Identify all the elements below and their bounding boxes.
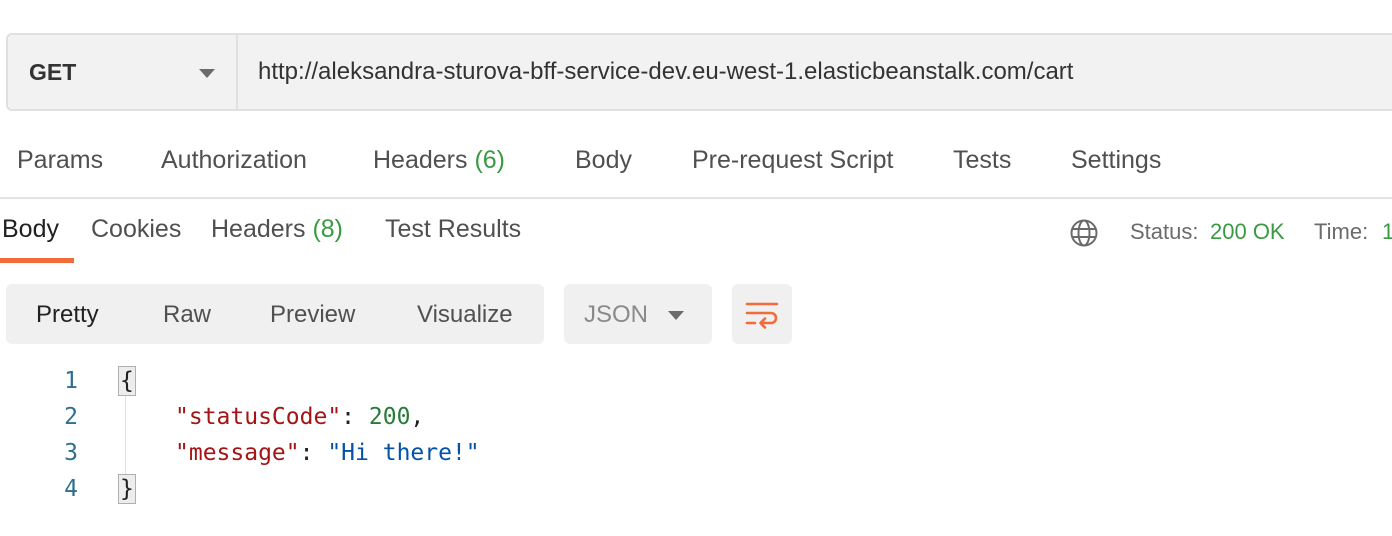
tab-label: Authorization: [161, 146, 307, 174]
tab-label: Body: [575, 146, 632, 174]
status-label: Status:: [1130, 219, 1199, 244]
url-input[interactable]: http://aleksandra-sturova-bff-service-de…: [238, 35, 1392, 109]
line-number: 3: [64, 440, 78, 466]
json-key: "message": [175, 440, 300, 466]
tab-label: Pre-request Script: [692, 146, 894, 174]
method-select[interactable]: GET: [8, 35, 238, 109]
postman-request-view: GET http://aleksandra-sturova-bff-servic…: [0, 0, 1392, 536]
response-tab-body[interactable]: Body: [2, 215, 59, 244]
response-tab-headers[interactable]: Headers (8): [211, 215, 343, 244]
json-colon: :: [341, 404, 369, 430]
tab-tests[interactable]: Tests: [953, 146, 1011, 175]
tab-headers[interactable]: Headers (6): [373, 146, 505, 175]
method-label: GET: [29, 58, 77, 85]
line-number: 4: [64, 476, 78, 502]
open-brace: {: [118, 366, 136, 396]
tab-label: Headers: [211, 215, 306, 243]
response-tab-test-results[interactable]: Test Results: [385, 215, 521, 244]
tab-label: Params: [17, 146, 104, 174]
view-pretty-button[interactable]: Pretty: [36, 284, 99, 344]
globe-icon[interactable]: [1069, 218, 1099, 248]
code-line: 3 "message": "Hi there!": [0, 435, 1392, 471]
tab-params[interactable]: Params: [17, 146, 103, 175]
view-mode-group: Pretty Raw Preview Visualize: [6, 284, 544, 344]
view-preview-button[interactable]: Preview: [270, 284, 355, 344]
request-url-bar: GET http://aleksandra-sturova-bff-servic…: [6, 33, 1392, 111]
close-brace: }: [118, 474, 136, 504]
line-content: }: [118, 471, 136, 507]
wrap-lines-button[interactable]: [732, 284, 792, 344]
active-tab-indicator: [0, 258, 74, 263]
json-comma: ,: [410, 404, 425, 430]
line-number: 1: [64, 368, 78, 394]
view-visualize-button[interactable]: Visualize: [417, 284, 513, 344]
code-line: 2 "statusCode": 200,: [0, 399, 1392, 435]
chevron-down-icon: [199, 69, 215, 78]
tab-authorization[interactable]: Authorization: [161, 146, 307, 175]
format-select[interactable]: JSON: [564, 284, 712, 344]
response-tab-cookies[interactable]: Cookies: [91, 215, 181, 244]
request-tabs: Params Authorization Headers (6) Body Pr…: [0, 146, 1392, 186]
tab-label: Test Results: [385, 215, 522, 243]
json-key: "statusCode": [175, 404, 342, 430]
chevron-down-icon: [668, 311, 684, 320]
code-line: 4 }: [0, 471, 1392, 507]
tab-label: Cookies: [91, 215, 182, 243]
tab-label: Settings: [1071, 146, 1162, 174]
tab-count-badge: (8): [312, 215, 344, 243]
tab-count-badge: (6): [474, 146, 506, 174]
code-line: 1 {: [0, 363, 1392, 399]
line-content: "statusCode": 200,: [175, 399, 424, 435]
tab-label: Body: [2, 215, 59, 243]
json-colon: :: [299, 440, 328, 466]
line-content: {: [118, 363, 136, 399]
tab-label: Headers: [373, 146, 468, 174]
json-value: 200: [368, 404, 411, 430]
line-number: 2: [64, 404, 78, 430]
tab-body[interactable]: Body: [575, 146, 632, 175]
time-value[interactable]: 1: [1382, 219, 1392, 245]
response-body-code[interactable]: 1 { 2 "statusCode": 200, 3 "message": "H…: [0, 362, 1392, 522]
format-label: JSON: [584, 301, 649, 328]
view-raw-button[interactable]: Raw: [163, 284, 211, 344]
json-value: "Hi there!": [327, 440, 480, 466]
section-divider: [0, 197, 1392, 199]
status-value[interactable]: 200 OK: [1210, 219, 1285, 245]
tab-pre-request-script[interactable]: Pre-request Script: [692, 146, 893, 175]
line-content: "message": "Hi there!": [175, 435, 480, 471]
tab-label: Tests: [953, 146, 1012, 174]
time-label: Time:: [1314, 219, 1369, 244]
wrap-lines-icon: [745, 302, 779, 329]
tab-settings[interactable]: Settings: [1071, 146, 1161, 175]
